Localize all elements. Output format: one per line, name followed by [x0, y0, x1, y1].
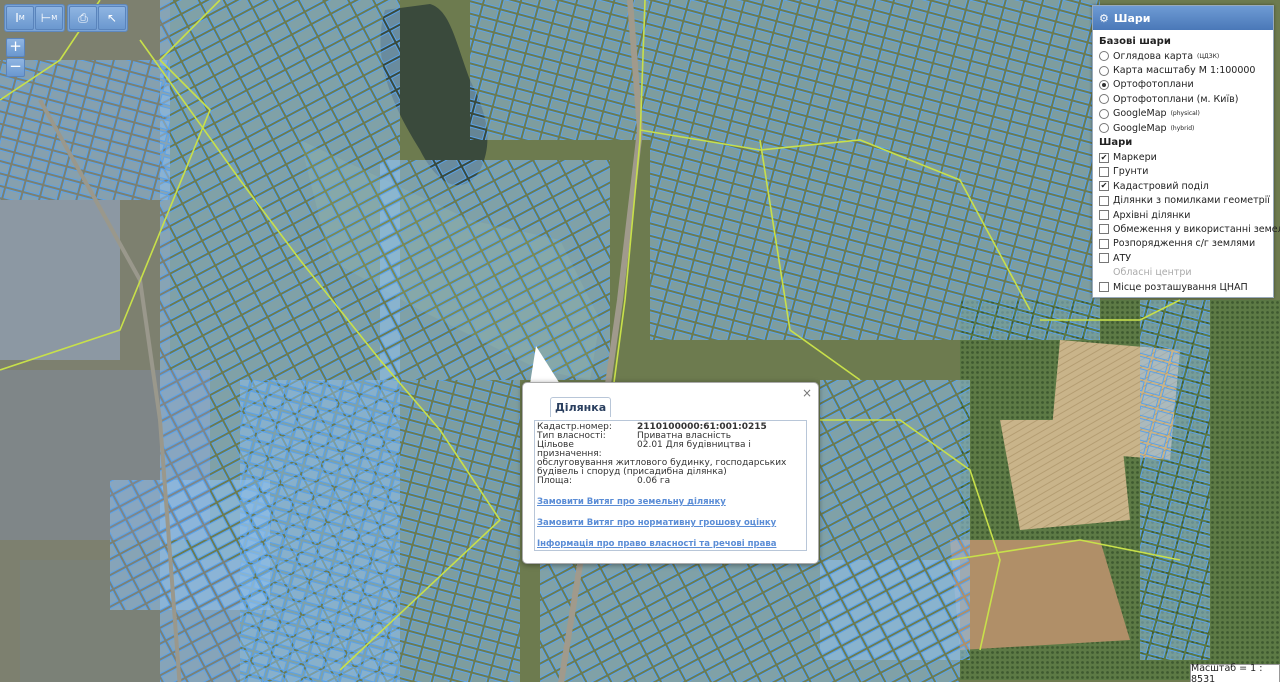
checkbox[interactable]	[1099, 195, 1109, 206]
radio-button[interactable]	[1099, 108, 1109, 119]
map-toolbar: IМ ⊢ М ⎙ ↖	[4, 4, 128, 32]
measure-area-button[interactable]: ⊢ М	[35, 6, 63, 30]
overlay-layers-heading: Шари	[1099, 137, 1133, 149]
overlay-layer-label: Маркери	[1113, 152, 1157, 164]
checkbox[interactable]: ✔	[1099, 152, 1109, 163]
layers-list: Базові шари Оглядова карта (ЦДЗК) Карта ма…	[1093, 30, 1280, 298]
overlay-layer-label: Архівні ділянки	[1113, 209, 1191, 221]
overlay-layer-option[interactable]: Ділянки з помилками геометрії	[1099, 194, 1270, 208]
measure-distance-button[interactable]: IМ	[6, 6, 34, 30]
zoom-out-button[interactable]: −	[6, 58, 25, 77]
overlay-layer-option[interactable]: Розпорядження с/г землями	[1099, 237, 1267, 251]
bottom-strip	[0, 682, 1280, 689]
overlay-layer-option[interactable]: Обмеження у використанні земель	[1099, 222, 1280, 236]
base-layer-option[interactable]: Ортофотоплани (м. Київ)	[1099, 92, 1267, 106]
popup-tail	[530, 346, 560, 384]
zoom-in-button[interactable]: +	[6, 38, 25, 57]
layers-panel-title: Шари	[1113, 11, 1151, 25]
base-layer-sup: (physical)	[1170, 110, 1200, 118]
base-layer-sup: (hybrid)	[1170, 124, 1195, 132]
zoom-control: + −	[6, 38, 25, 77]
area-icon: ⊢	[40, 11, 52, 25]
checkbox[interactable]	[1099, 253, 1109, 264]
radio-button[interactable]	[1099, 65, 1109, 76]
scale-label: Масштаб = 1 : 8531	[1190, 663, 1280, 685]
overlay-layer-label: Розпорядження с/г землями	[1113, 238, 1256, 250]
overlay-layer-label: Кадастровий поділ	[1113, 180, 1209, 192]
base-layer-label: GoogleMap	[1113, 122, 1167, 134]
close-icon[interactable]: ×	[802, 386, 812, 400]
overlay-layer-option[interactable]: АТУ	[1099, 251, 1267, 265]
checkbox[interactable]	[1099, 224, 1109, 235]
layers-panel-header[interactable]: ⚙ Шари	[1093, 6, 1273, 30]
printer-icon: ⎙	[78, 10, 88, 25]
checkbox[interactable]	[1099, 166, 1109, 177]
print-button[interactable]: ⎙	[69, 6, 97, 30]
checkbox[interactable]	[1099, 210, 1109, 221]
overlay-layer-option[interactable]: Грунти	[1099, 165, 1267, 179]
parcel-info: Кадастр.номер: 2110100000:61:001:0215 Ти…	[534, 420, 807, 551]
identify-button[interactable]: ↖	[98, 6, 126, 30]
base-layer-label: Оглядова карта	[1113, 50, 1194, 62]
action-tools: ⎙ ↖	[67, 4, 128, 32]
radio-button[interactable]	[1099, 51, 1109, 62]
map-canvas[interactable]	[0, 0, 1280, 689]
layers-panel: ⚙ Шари Базові шари Оглядова карта (ЦДЗК) К…	[1092, 5, 1280, 298]
overlay-layer-label: Місце розташування ЦНАП	[1113, 281, 1248, 293]
base-layer-option[interactable]: Карта масштабу М 1:100000	[1099, 63, 1267, 77]
overlay-layer-label: Обмеження у використанні земель	[1113, 223, 1280, 235]
base-layer-label: Ортофотоплани	[1113, 79, 1194, 91]
radio-button[interactable]	[1099, 94, 1109, 105]
base-layer-label: GoogleMap	[1113, 108, 1167, 120]
area-label: Площа:	[537, 476, 573, 486]
base-layers-heading: Базові шари	[1099, 36, 1171, 47]
radio-button[interactable]	[1099, 79, 1109, 90]
measure-tools: IМ ⊢ М	[4, 4, 65, 32]
checkbox[interactable]	[1099, 282, 1109, 293]
radio-button[interactable]	[1099, 123, 1109, 134]
overlay-layer-option: Обласні центри	[1099, 265, 1267, 279]
base-layer-option[interactable]: GoogleMap (hybrid)	[1099, 121, 1267, 135]
checkbox[interactable]	[1099, 238, 1109, 249]
purpose-value-continued: обслуговування житлового будинку, господ…	[537, 458, 787, 477]
order-valuation-link[interactable]: Замовити Витяг про нормативну грошову оц…	[537, 518, 804, 528]
parcel-popup: × Ділянка Кадастр.номер: 2110100000:61:0…	[522, 382, 819, 564]
purpose-value: 02.01 Для будівництва і	[637, 440, 751, 450]
base-layer-option[interactable]: Оглядова карта (ЦДЗК)	[1099, 49, 1267, 63]
pointer-info-icon: ↖	[106, 11, 118, 25]
base-layer-sup: (ЦДЗК)	[1197, 52, 1220, 60]
tab-parcel[interactable]: Ділянка	[550, 397, 612, 417]
overlay-layers-list: ✔ Маркери Грунти ✔ Кадастровий поділ Ділянки …	[1099, 150, 1280, 294]
overlay-layer-option[interactable]: Місце розташування ЦНАП	[1099, 280, 1267, 294]
overlay-layer-label: Обласні центри	[1113, 267, 1192, 279]
base-layer-label: Карта масштабу М 1:100000	[1113, 65, 1256, 77]
base-layer-option[interactable]: GoogleMap (physical)	[1099, 107, 1267, 121]
base-layer-option[interactable]: Ортофотоплани	[1099, 78, 1267, 92]
base-layers-list: Оглядова карта (ЦДЗК) Карта масштабу М 1:1…	[1099, 49, 1267, 135]
overlay-layer-label: Ділянки з помилками геометрії	[1113, 195, 1270, 207]
base-layer-label: Ортофотоплани (м. Київ)	[1113, 93, 1239, 105]
ownership-info-link[interactable]: Інформація про право власності та речові…	[537, 539, 804, 549]
overlay-layer-option[interactable]: Архівні ділянки	[1099, 208, 1267, 222]
overlay-layer-option[interactable]: ✔ Кадастровий поділ	[1099, 179, 1267, 193]
area-value: 0.06 га	[637, 476, 671, 486]
overlay-layer-label: Грунти	[1113, 166, 1149, 178]
order-extract-link[interactable]: Замовити Витяг про земельну ділянку	[537, 497, 804, 507]
checkbox[interactable]: ✔	[1099, 181, 1109, 192]
overlay-layer-option[interactable]: ✔ Маркери	[1099, 150, 1267, 164]
overlay-layer-label: АТУ	[1113, 252, 1132, 264]
purpose-label: Цільове призначення:	[537, 440, 602, 459]
gear-icon: ⚙	[1099, 11, 1109, 25]
orthophoto-map[interactable]	[0, 0, 1280, 689]
